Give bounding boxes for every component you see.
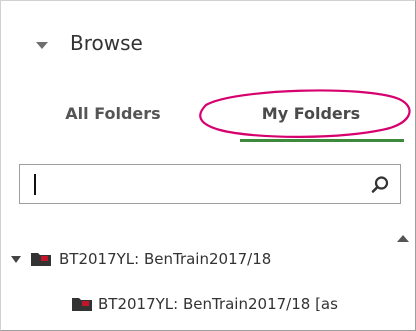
tab-all-folders[interactable]: All Folders <box>53 99 173 129</box>
search-icon[interactable] <box>370 175 390 195</box>
expand-arrow-icon[interactable] <box>11 256 21 263</box>
search-box <box>19 164 401 205</box>
browse-section-header[interactable]: Browse <box>1 25 221 65</box>
browse-panel: Browse All Folders My Folders BT2017YL: … <box>0 0 416 331</box>
scroll-up-icon[interactable] <box>397 235 409 242</box>
browse-title: Browse <box>70 31 143 55</box>
active-tab-underline <box>240 139 404 142</box>
folder-icon <box>31 253 51 266</box>
folder-icon <box>72 298 92 311</box>
tree-item-label: BT2017YL: BenTrain2017/18 <box>59 250 272 268</box>
search-input[interactable] <box>20 165 374 205</box>
collapse-arrow-icon[interactable] <box>36 42 48 49</box>
tree-item-label: BT2017YL: BenTrain2017/18 [as <box>98 295 338 313</box>
highlight-ellipse-annotation <box>199 89 411 138</box>
text-caret <box>34 174 36 195</box>
